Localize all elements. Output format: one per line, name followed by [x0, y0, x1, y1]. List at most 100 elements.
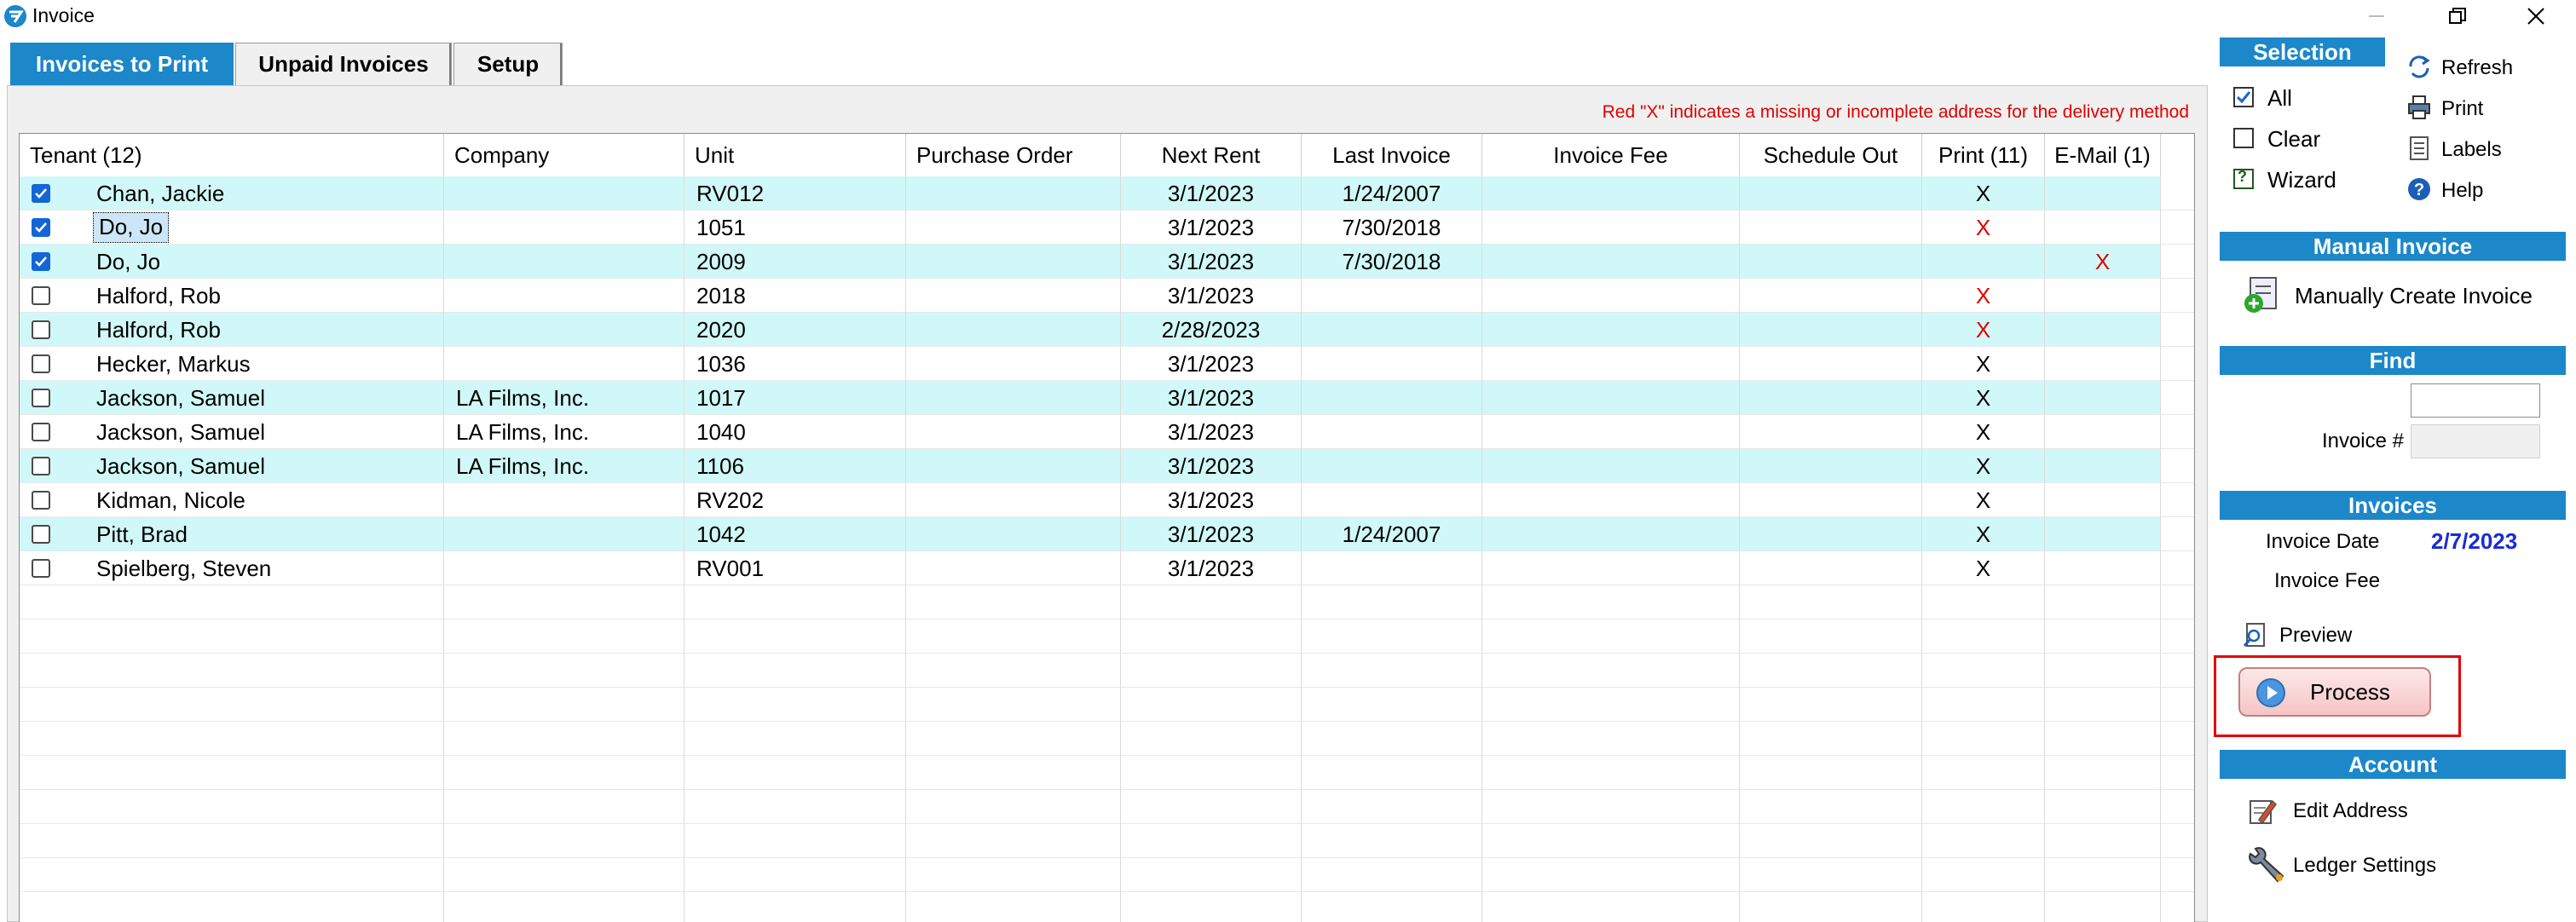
- cell-print[interactable]: X: [1922, 483, 2045, 517]
- cell-fee[interactable]: [1482, 279, 1740, 313]
- cell-tenant[interactable]: Jackson, Samuel: [20, 449, 444, 483]
- cell-next-rent[interactable]: 3/1/2023: [1121, 279, 1302, 313]
- cell-po[interactable]: [906, 551, 1121, 585]
- cell-print[interactable]: X: [1922, 176, 2045, 210]
- cell-po[interactable]: [906, 483, 1121, 517]
- table-row[interactable]: Pitt, Brad 1042 3/1/2023 1/24/2007 X: [20, 517, 2194, 551]
- cell-next-rent[interactable]: 3/1/2023: [1121, 347, 1302, 381]
- table-row[interactable]: Hecker, Markus 1036 3/1/2023 X: [20, 347, 2194, 381]
- cell-last-invoice[interactable]: [1302, 551, 1482, 585]
- row-select-checkbox[interactable]: [32, 218, 50, 237]
- cell-schedule[interactable]: [1740, 551, 1922, 585]
- cell-print[interactable]: X: [1922, 347, 2045, 381]
- cell-unit[interactable]: 1017: [684, 381, 906, 415]
- cell-schedule[interactable]: [1740, 313, 1922, 347]
- cell-fee[interactable]: [1482, 347, 1740, 381]
- row-select-checkbox[interactable]: [32, 559, 50, 578]
- cell-last-invoice[interactable]: [1302, 381, 1482, 415]
- find-unit-input[interactable]: [2411, 383, 2540, 418]
- cell-last-invoice[interactable]: [1302, 279, 1482, 313]
- cell-email[interactable]: [2045, 449, 2161, 483]
- row-select-checkbox[interactable]: [32, 184, 50, 203]
- cell-schedule[interactable]: [1740, 347, 1922, 381]
- cell-fee[interactable]: [1482, 176, 1740, 210]
- cell-email[interactable]: [2045, 551, 2161, 585]
- table-row[interactable]: Kidman, Nicole RV202 3/1/2023 X: [20, 483, 2194, 517]
- cell-tenant[interactable]: Spielberg, Steven: [20, 551, 444, 585]
- row-select-checkbox[interactable]: [32, 423, 50, 441]
- cell-schedule[interactable]: [1740, 245, 1922, 279]
- cell-company[interactable]: [444, 176, 684, 210]
- cell-last-invoice[interactable]: [1302, 483, 1482, 517]
- row-select-checkbox[interactable]: [32, 389, 50, 407]
- cell-schedule[interactable]: [1740, 176, 1922, 210]
- cell-email[interactable]: [2045, 176, 2161, 210]
- column-header-unit[interactable]: Unit: [684, 134, 906, 176]
- wizard-icon[interactable]: ?: [2233, 168, 2254, 189]
- clear-label[interactable]: Clear: [2267, 126, 2320, 153]
- process-button[interactable]: Process: [2238, 667, 2431, 717]
- cell-print[interactable]: X: [1922, 313, 2045, 347]
- cell-company[interactable]: [444, 483, 684, 517]
- cell-print[interactable]: X: [1922, 415, 2045, 449]
- cell-print[interactable]: X: [1922, 517, 2045, 551]
- labels-button[interactable]: Labels: [2441, 138, 2502, 162]
- column-header-tenant[interactable]: Tenant (12): [20, 134, 444, 176]
- cell-next-rent[interactable]: 3/1/2023: [1121, 245, 1302, 279]
- cell-tenant[interactable]: Kidman, Nicole: [20, 483, 444, 517]
- table-row[interactable]: Halford, Rob 2018 3/1/2023 X: [20, 279, 2194, 313]
- cell-next-rent[interactable]: 2/28/2023: [1121, 313, 1302, 347]
- cell-tenant[interactable]: Pitt, Brad: [20, 517, 444, 551]
- cell-unit[interactable]: 1040: [684, 415, 906, 449]
- cell-print[interactable]: X: [1922, 279, 2045, 313]
- cell-schedule[interactable]: [1740, 415, 1922, 449]
- cell-last-invoice[interactable]: 1/24/2007: [1302, 176, 1482, 210]
- manually-create-invoice-button[interactable]: Manually Create Invoice: [2295, 283, 2533, 309]
- cell-unit[interactable]: 1036: [684, 347, 906, 381]
- cell-last-invoice[interactable]: [1302, 313, 1482, 347]
- clear-checkbox[interactable]: [2233, 128, 2254, 148]
- cell-email[interactable]: X: [2045, 245, 2161, 279]
- column-header-fee[interactable]: Invoice Fee: [1482, 134, 1740, 176]
- cell-tenant[interactable]: Chan, Jackie: [20, 176, 444, 210]
- table-row[interactable]: Jackson, Samuel LA Films, Inc. 1017 3/1/202…: [20, 381, 2194, 415]
- cell-company[interactable]: [444, 347, 684, 381]
- cell-fee[interactable]: [1482, 415, 1740, 449]
- cell-company[interactable]: [444, 245, 684, 279]
- cell-company[interactable]: LA Films, Inc.: [444, 381, 684, 415]
- cell-unit[interactable]: 2020: [684, 313, 906, 347]
- cell-po[interactable]: [906, 381, 1121, 415]
- cell-next-rent[interactable]: 3/1/2023: [1121, 210, 1302, 245]
- tab-invoices-to-print[interactable]: Invoices to Print: [10, 43, 234, 85]
- cell-next-rent[interactable]: 3/1/2023: [1121, 381, 1302, 415]
- cell-last-invoice[interactable]: [1302, 415, 1482, 449]
- column-header-email[interactable]: E-Mail (1): [2045, 134, 2161, 176]
- cell-schedule[interactable]: [1740, 449, 1922, 483]
- cell-email[interactable]: [2045, 381, 2161, 415]
- cell-email[interactable]: [2045, 210, 2161, 245]
- cell-next-rent[interactable]: 3/1/2023: [1121, 517, 1302, 551]
- ledger-settings-button[interactable]: Ledger Settings: [2293, 854, 2436, 878]
- cell-schedule[interactable]: [1740, 517, 1922, 551]
- restore-button[interactable]: [2432, 0, 2483, 32]
- print-button[interactable]: Print: [2441, 97, 2483, 121]
- cell-company[interactable]: [444, 517, 684, 551]
- cell-email[interactable]: [2045, 347, 2161, 381]
- cell-po[interactable]: [906, 245, 1121, 279]
- row-select-checkbox[interactable]: [32, 525, 50, 544]
- cell-po[interactable]: [906, 347, 1121, 381]
- tab-unpaid-invoices[interactable]: Unpaid Invoices: [235, 43, 452, 85]
- cell-print[interactable]: X: [1922, 381, 2045, 415]
- table-row[interactable]: Halford, Rob 2020 2/28/2023 X: [20, 313, 2194, 347]
- cell-schedule[interactable]: [1740, 381, 1922, 415]
- cell-po[interactable]: [906, 517, 1121, 551]
- cell-company[interactable]: [444, 551, 684, 585]
- cell-tenant[interactable]: Halford, Rob: [20, 313, 444, 347]
- cell-last-invoice[interactable]: [1302, 449, 1482, 483]
- cell-fee[interactable]: [1482, 483, 1740, 517]
- cell-unit[interactable]: 1106: [684, 449, 906, 483]
- cell-po[interactable]: [906, 279, 1121, 313]
- table-row[interactable]: Chan, Jackie RV012 3/1/2023 1/24/2007 X: [20, 176, 2194, 210]
- cell-schedule[interactable]: [1740, 483, 1922, 517]
- cell-print[interactable]: [1922, 245, 2045, 279]
